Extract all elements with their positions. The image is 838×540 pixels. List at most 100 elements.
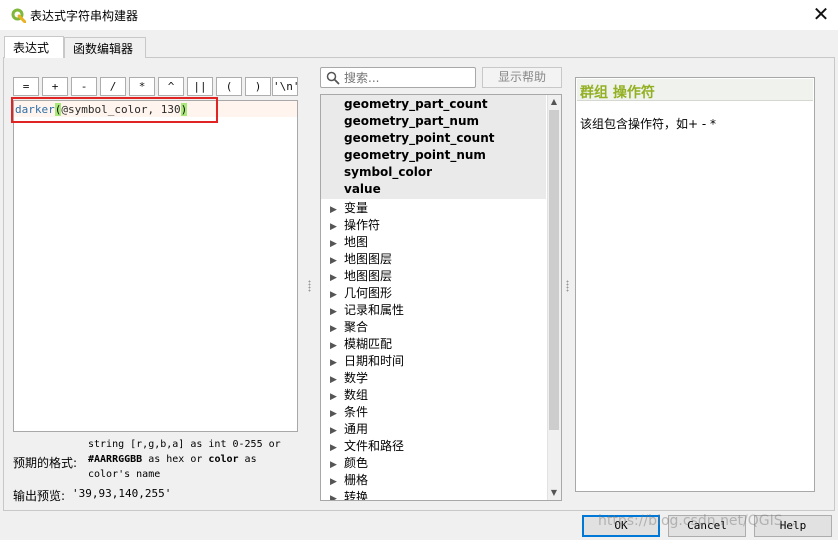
group-label: 转换 (344, 490, 369, 500)
operator-plus-button[interactable]: + (42, 77, 68, 96)
operator-open-paren-button[interactable]: ( (216, 77, 242, 96)
group-item-raster[interactable]: ▶ 栅格 (330, 471, 368, 488)
group-label: 几何图形 (344, 286, 393, 300)
group-label: 聚合 (344, 320, 369, 334)
group-label: 通用 (344, 422, 369, 436)
expected-format-label: 预期的格式: (13, 456, 78, 470)
help-body: 该组包含操作符，如+ - * (580, 117, 717, 131)
group-item-date-time[interactable]: ▶ 日期和时间 (330, 352, 404, 369)
search-input[interactable] (344, 69, 472, 86)
help-title: 群组 操作符 (580, 85, 655, 101)
expand-arrow-icon[interactable]: ▶ (330, 273, 344, 283)
function-item-geometry-point-num[interactable]: geometry_point_num (344, 148, 486, 162)
format-line-2-end: as (238, 454, 257, 465)
scrollbar-thumb[interactable] (549, 110, 559, 430)
search-icon (326, 71, 340, 85)
group-item-map-layers[interactable]: ▶ 地图图层 (330, 250, 392, 267)
function-item-geometry-point-count[interactable]: geometry_point_count (344, 131, 495, 145)
expand-arrow-icon[interactable]: ▶ (330, 375, 344, 385)
group-item-conditionals[interactable]: ▶ 条件 (330, 403, 368, 420)
expression-editor[interactable] (13, 100, 298, 432)
expand-arrow-icon[interactable]: ▶ (330, 477, 344, 487)
scroll-down-arrow-icon[interactable]: ▼ (547, 486, 561, 500)
group-label: 地图图层 (344, 252, 393, 266)
group-item-files-paths[interactable]: ▶ 文件和路径 (330, 437, 404, 454)
group-item-map[interactable]: ▶ 地图 (330, 233, 368, 250)
operator-divide-button[interactable]: / (100, 77, 126, 96)
group-item-aggregates[interactable]: ▶ 聚合 (330, 318, 368, 335)
expand-arrow-icon[interactable]: ▶ (330, 290, 344, 300)
function-item-geometry-part-count[interactable]: geometry_part_count (344, 97, 488, 111)
group-item-operators[interactable]: ▶ 操作符 (330, 216, 380, 233)
annotation-red-box (11, 97, 218, 123)
help-panel (575, 77, 815, 492)
group-item-variables[interactable]: ▶ 变量 (330, 199, 368, 216)
group-label: 颜色 (344, 456, 369, 470)
tab-expression[interactable]: 表达式 (4, 36, 64, 58)
output-preview-label: 输出预览: (13, 489, 66, 503)
group-item-arrays[interactable]: ▶ 数组 (330, 386, 368, 403)
splitter-handle-left[interactable] (308, 280, 311, 292)
expand-arrow-icon[interactable]: ▶ (330, 426, 344, 436)
expand-arrow-icon[interactable]: ▶ (330, 222, 344, 232)
expand-arrow-icon[interactable]: ▶ (330, 239, 344, 249)
tab-function-editor[interactable]: 函数编辑器 (64, 37, 146, 58)
expand-arrow-icon[interactable]: ▶ (330, 443, 344, 453)
group-label: 地图 (344, 235, 369, 249)
group-label: 记录和属性 (344, 303, 405, 317)
expand-arrow-icon[interactable]: ▶ (330, 341, 344, 351)
group-label: 操作符 (344, 218, 381, 232)
group-item-general[interactable]: ▶ 通用 (330, 420, 368, 437)
qgis-logo-icon (11, 8, 26, 23)
scroll-up-arrow-icon[interactable]: ▲ (547, 95, 561, 109)
group-item-record-attributes[interactable]: ▶ 记录和属性 (330, 301, 404, 318)
expected-format-text: string [r,g,b,a] as int 0-255 or #AARRGG… (88, 437, 298, 482)
format-line-1: string [r,g,b,a] as int 0-255 or (88, 439, 281, 450)
format-line-2: #AARRGGBB as hex or color as (88, 452, 298, 467)
function-item-geometry-part-num[interactable]: geometry_part_num (344, 114, 479, 128)
operator-close-paren-button[interactable]: ) (245, 77, 271, 96)
operator-equals-button[interactable]: = (13, 77, 39, 96)
group-item-conversions[interactable]: ▶ 转换 (330, 488, 368, 500)
group-item-geometry[interactable]: ▶ 几何图形 (330, 284, 392, 301)
format-hex-keyword: #AARRGGBB (88, 454, 143, 465)
group-label: 数学 (344, 371, 369, 385)
window-title: 表达式字符串构建器 (30, 9, 139, 23)
expand-arrow-icon[interactable]: ▶ (330, 494, 344, 500)
expand-arrow-icon[interactable]: ▶ (330, 409, 344, 419)
group-label: 地图图层 (344, 269, 393, 283)
function-item-value[interactable]: value (344, 182, 381, 196)
expand-arrow-icon[interactable]: ▶ (330, 307, 344, 317)
operator-concat-button[interactable]: || (187, 77, 213, 96)
group-label: 数组 (344, 388, 369, 402)
group-label: 日期和时间 (344, 354, 405, 368)
format-line-3: color's name (88, 469, 161, 480)
expand-arrow-icon[interactable]: ▶ (330, 392, 344, 402)
expand-arrow-icon[interactable]: ▶ (330, 460, 344, 470)
operator-power-button[interactable]: ^ (158, 77, 184, 96)
group-label: 条件 (344, 405, 369, 419)
format-line-2-mid: as hex or (142, 454, 209, 465)
output-preview-value: '39,93,140,255' (72, 487, 172, 500)
expand-arrow-icon[interactable]: ▶ (330, 358, 344, 368)
function-item-symbol-color[interactable]: symbol_color (344, 165, 432, 179)
operator-newline-button[interactable]: '\n' (272, 77, 300, 96)
group-label: 变量 (344, 201, 369, 215)
expand-arrow-icon[interactable]: ▶ (330, 205, 344, 215)
group-item-color[interactable]: ▶ 颜色 (330, 454, 368, 471)
operator-multiply-button[interactable]: * (129, 77, 155, 96)
expand-arrow-icon[interactable]: ▶ (330, 256, 344, 266)
operator-minus-button[interactable]: - (71, 77, 97, 96)
group-label: 栅格 (344, 473, 369, 487)
close-button[interactable]: ✕ (808, 4, 834, 26)
watermark: https://blog.csdn.net/QGIS... (598, 513, 796, 529)
group-item-fuzzy-matching[interactable]: ▶ 模糊匹配 (330, 335, 392, 352)
group-label: 文件和路径 (344, 439, 405, 453)
group-item-map-layers-2[interactable]: ▶ 地图图层 (330, 267, 392, 284)
show-help-button[interactable]: 显示帮助 (482, 67, 562, 88)
format-color-keyword: color (208, 454, 239, 465)
expand-arrow-icon[interactable]: ▶ (330, 324, 344, 334)
group-label: 模糊匹配 (344, 337, 393, 351)
splitter-handle-right[interactable] (566, 280, 569, 292)
group-item-math[interactable]: ▶ 数学 (330, 369, 368, 386)
